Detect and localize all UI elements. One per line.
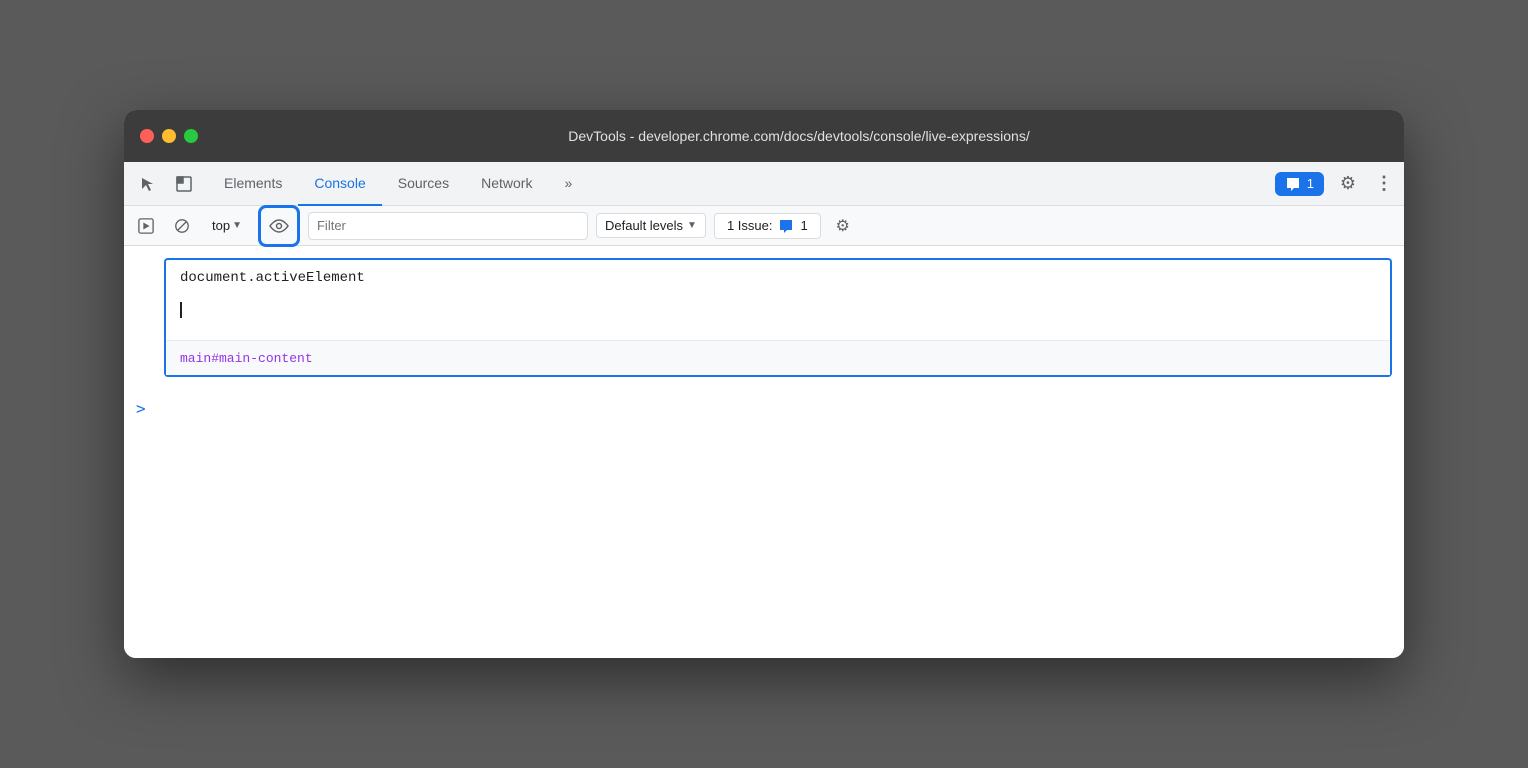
live-expression-result: main#main-content (166, 340, 1390, 375)
issues-badge[interactable]: 1 Issue: 1 (714, 213, 821, 239)
console-toolbar: top ▼ Default levels ▼ 1 Issue: (124, 206, 1404, 246)
tab-bar-left-icons (132, 168, 200, 200)
levels-dropdown-arrow-icon: ▼ (687, 220, 697, 231)
inspect-icon-button[interactable] (168, 168, 200, 200)
tab-bar-right: 1 ⚙ ⋮ (1275, 168, 1396, 200)
devtools-body: Elements Console Sources Network » (124, 162, 1404, 658)
traffic-lights (140, 129, 198, 143)
prompt-arrow-icon: > (136, 399, 146, 418)
cursor-line (180, 302, 1376, 318)
notification-badge[interactable]: 1 (1275, 172, 1324, 196)
title-bar: DevTools - developer.chrome.com/docs/dev… (124, 110, 1404, 162)
cursor-icon-button[interactable] (132, 168, 164, 200)
console-input[interactable] (154, 401, 1392, 417)
live-expression-box: document.activeElement main#main-content (164, 258, 1392, 377)
tab-elements[interactable]: Elements (208, 162, 298, 206)
live-expression-highlight (258, 205, 300, 247)
console-prompt-row: > (124, 389, 1404, 428)
tab-bar: Elements Console Sources Network » (124, 162, 1404, 206)
close-button[interactable] (140, 129, 154, 143)
text-cursor (180, 302, 182, 318)
tab-sources[interactable]: Sources (382, 162, 465, 206)
tab-more[interactable]: » (548, 162, 588, 206)
run-script-button[interactable] (132, 212, 160, 240)
settings-gear-button[interactable]: ⚙ (1332, 168, 1364, 200)
clear-console-button[interactable] (168, 212, 196, 240)
expression-text: document.activeElement (180, 270, 1376, 286)
filter-input[interactable] (308, 212, 588, 240)
live-expression-container: × document.activeElement main#main-conte… (124, 258, 1404, 377)
window-title: DevTools - developer.chrome.com/docs/dev… (210, 128, 1388, 144)
tab-console[interactable]: Console (298, 162, 381, 206)
devtools-window: DevTools - developer.chrome.com/docs/dev… (124, 110, 1404, 658)
dropdown-arrow-icon: ▼ (232, 220, 242, 231)
result-value: main#main-content (180, 351, 313, 366)
more-options-button[interactable]: ⋮ (1372, 168, 1396, 200)
live-expression-editor[interactable]: document.activeElement (166, 260, 1390, 340)
console-content: × document.activeElement main#main-conte… (124, 258, 1404, 658)
tab-network[interactable]: Network (465, 162, 548, 206)
context-selector[interactable]: top ▼ (204, 214, 250, 237)
console-settings-button[interactable]: ⚙ (829, 212, 857, 240)
main-tabs: Elements Console Sources Network » (208, 162, 1275, 206)
default-levels-dropdown[interactable]: Default levels ▼ (596, 213, 706, 238)
minimize-button[interactable] (162, 129, 176, 143)
maximize-button[interactable] (184, 129, 198, 143)
live-expression-button[interactable] (263, 210, 295, 242)
